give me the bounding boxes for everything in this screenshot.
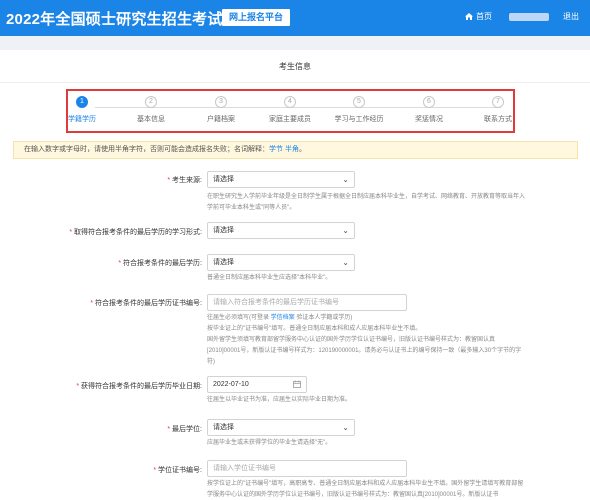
step-number: 7 [492, 96, 504, 108]
study-form-label: * 取得符合报考条件的最后学历的学习形式: [69, 227, 202, 237]
source-select-value: 请选择 [213, 176, 234, 183]
glossary-link-xuejie[interactable]: 学节 [269, 146, 283, 153]
step-number: 3 [215, 96, 227, 108]
degree-level-select-value: 请选择 [213, 424, 234, 431]
step-number: 2 [145, 96, 157, 108]
required-mark: * [118, 260, 122, 267]
last-degree-hint: 普通全日制应届本科毕业生应选择"本科毕业"。 [207, 275, 332, 281]
step-3[interactable]: 3 户籍档案 [191, 96, 251, 124]
calendar-icon [293, 380, 301, 388]
grad-date-label-text: 获得符合报考条件的最后学历毕业日期: [81, 383, 202, 390]
step-label: 奖惩情况 [415, 116, 443, 123]
cert-no-hint-post: 验证本人学籍或学历) [294, 315, 353, 321]
cert-no-hint: 往届生必须填写(可登录 学信档案 验证本人学籍或学历) 按毕业证上的"证书编号"… [207, 313, 527, 368]
grad-date-label: * 获得符合报考条件的最后学历毕业日期: [76, 381, 202, 391]
step-6[interactable]: 6 奖惩情况 [399, 96, 459, 124]
last-degree-label: * 符合报考条件的最后学历: [118, 258, 202, 268]
required-mark: * [76, 383, 80, 390]
step-number: 1 [76, 96, 88, 108]
card-title: 考生信息 [279, 62, 311, 71]
step-2[interactable]: 2 基本信息 [121, 96, 181, 124]
study-form-select[interactable]: 请选择 ⌄ [207, 222, 355, 239]
degree-level-label: * 最后学位: [167, 424, 202, 434]
chevron-down-icon: ⌄ [342, 423, 349, 432]
step-5[interactable]: 5 学习与工作经历 [329, 96, 389, 124]
user-name-redacted [509, 13, 549, 21]
source-label: * 考生来源: [167, 175, 202, 185]
step-label: 家庭主要成员 [269, 116, 311, 123]
notice-end: 。 [298, 146, 306, 153]
cert-no-label-text: 符合报考条件的最后学历证书编号: [95, 300, 202, 307]
top-header: 2022年全国硕士研究生招生考试 网上报名平台 首页 退出 [0, 0, 590, 36]
step-label: 学习与工作经历 [334, 116, 384, 123]
step-label: 户籍档案 [207, 116, 235, 123]
cert-no-label: * 符合报考条件的最后学历证书编号: [90, 298, 202, 308]
study-form-label-text: 取得符合报考条件的最后学历的学习形式: [74, 229, 202, 236]
step-number: 5 [353, 96, 365, 108]
degree-cert-label-text: 学位证书编号: [158, 467, 202, 474]
logout-link[interactable]: 退出 [563, 11, 579, 22]
input-notice: 在输入数字或字母时，请使用半角字符，否则可能会造成报名失败；名词解释：学节 半角… [13, 141, 578, 159]
notice-text: 在输入数字或字母时，请使用半角字符，否则可能会造成报名失败；名词解释： [24, 146, 269, 153]
required-mark: * [90, 300, 94, 307]
home-icon [465, 13, 473, 20]
step-number: 6 [423, 96, 435, 108]
card-divider [0, 82, 590, 83]
step-number: 4 [284, 96, 296, 108]
source-select[interactable]: 请选择 ⌄ [207, 171, 355, 188]
page-title: 2022年全国硕士研究生招生考试 [6, 11, 223, 28]
home-link[interactable]: 首页 [465, 11, 492, 22]
step-label: 基本信息 [137, 116, 165, 123]
required-mark: * [167, 177, 171, 184]
degree-cert-input[interactable] [207, 460, 407, 477]
last-degree-select[interactable]: 请选择 ⌄ [207, 254, 355, 271]
grad-date-picker[interactable]: 2022-07-10 [207, 376, 307, 393]
last-degree-select-value: 请选择 [213, 259, 234, 266]
study-form-select-value: 请选择 [213, 227, 234, 234]
source-hint: 在职生研究生入学前毕业年级是全日制学生属于根据全日制应届本科毕业生，自学考试、网… [207, 194, 526, 211]
step-label: 联系方式 [484, 116, 512, 123]
home-label[interactable]: 首页 [476, 12, 492, 21]
glossary-link-banjiao[interactable]: 半角 [285, 146, 299, 153]
step-7[interactable]: 7 联系方式 [468, 96, 528, 124]
chevron-down-icon: ⌄ [342, 258, 349, 267]
cert-no-hint-line: 国外留学生须填写教育部留学服务中心认证的国外学历学位认证书编号，旧版认证书编号样… [207, 337, 522, 365]
chevron-down-icon: ⌄ [342, 175, 349, 184]
platform-badge: 网上报名平台 [222, 9, 291, 26]
step-1[interactable]: 1 学籍学历 [52, 96, 112, 124]
degree-level-label-text: 最后学位: [172, 426, 202, 433]
grad-date-hint: 往届生以毕业证书为准，应届生以实际毕业日期为准。 [207, 397, 352, 403]
xuexin-archive-link[interactable]: 学信档案 [271, 315, 295, 321]
cert-no-hint-pre: 往届生必须填写(可登录 [207, 315, 271, 321]
cert-no-hint-line: 往届生必须填写(可登录 学信档案 验证本人学籍或学历) [207, 313, 527, 324]
source-label-text: 考生来源: [172, 177, 202, 184]
cert-no-input[interactable] [207, 294, 407, 311]
chevron-down-icon: ⌄ [342, 226, 349, 235]
degree-level-select[interactable]: 请选择 ⌄ [207, 419, 355, 436]
required-mark: * [167, 426, 171, 433]
required-mark: * [153, 467, 157, 474]
degree-cert-hint: 按学位证上的"证书编号"填写，高职高专、普通全日制应届本科和成人应届本科毕业生不… [207, 481, 524, 498]
step-4[interactable]: 4 家庭主要成员 [260, 96, 320, 124]
grad-date-value: 2022-07-10 [213, 381, 249, 388]
cert-no-hint-line: 按毕业证上的"证书编号"填写。普通全日制应届本科和成人应届本科毕业生不填。 [207, 326, 422, 332]
degree-level-hint: 应届毕业生或未获得学位的毕业生请选择"无"。 [207, 440, 332, 446]
degree-cert-label: * 学位证书编号: [153, 465, 202, 475]
progress-stepper: 1 学籍学历 2 基本信息 3 户籍档案 4 家庭主要成员 5 学习与工作经历 … [66, 89, 515, 133]
required-mark: * [69, 229, 73, 236]
last-degree-label-text: 符合报考条件的最后学历: [123, 260, 202, 267]
step-label: 学籍学历 [68, 116, 96, 123]
